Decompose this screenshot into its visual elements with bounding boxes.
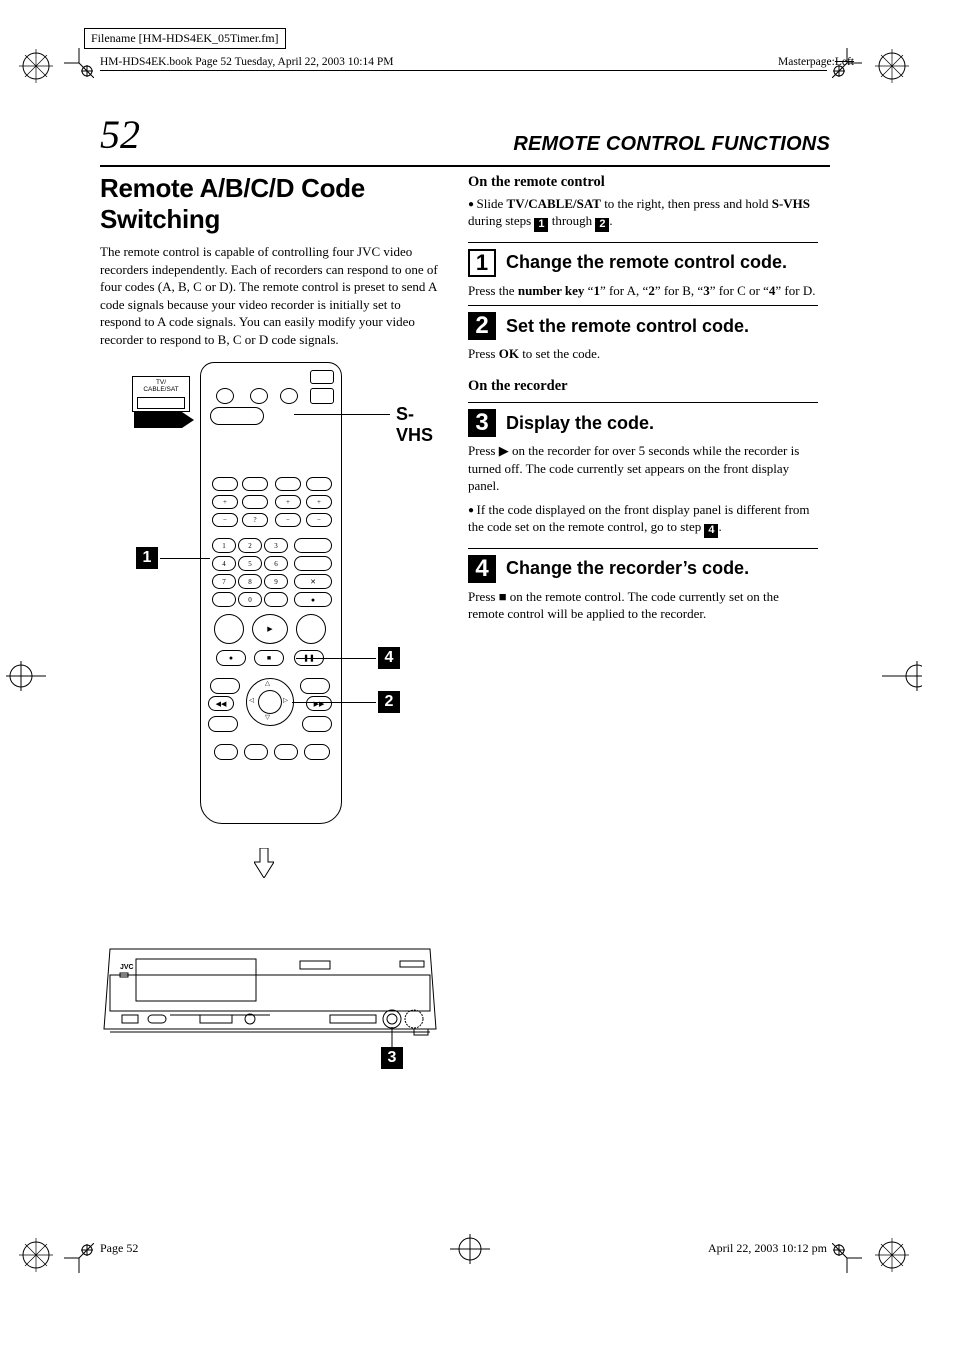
step-4-body: Press ■ on the remote control. The code … [468, 588, 818, 623]
remote-diagram: TV/ CABLE/SAT + + + − ? − − 1 [100, 362, 440, 842]
registration-mark-bl [16, 1235, 56, 1275]
registration-mark-right [882, 656, 922, 696]
step-1-body: Press the number key “1” for A, “2” for … [468, 282, 818, 300]
registration-mark-tr [872, 46, 912, 86]
callout-1: 1 [136, 547, 158, 569]
section-title: REMOTE CONTROL FUNCTIONS [513, 133, 830, 156]
step-1-header: 1 Change the remote control code. [468, 242, 818, 277]
callout-2: 2 [378, 691, 400, 713]
registration-mark-br [872, 1235, 912, 1275]
recorder-diagram: JVC [100, 929, 440, 1079]
page-number: 52 [100, 112, 140, 157]
callout-4: 4 [378, 647, 400, 669]
header-rule [100, 70, 827, 71]
step-4-header: 4 Change the recorder’s code. [468, 548, 818, 583]
down-arrow-icon [254, 848, 274, 878]
subhead-recorder: On the recorder [468, 377, 818, 397]
svg-text:JVC: JVC [120, 964, 134, 971]
step-2-body: Press OK to set the code. [468, 345, 818, 363]
registration-mark-bc [450, 1229, 490, 1269]
registration-mark-left [6, 656, 46, 696]
book-info-line: HM-HDS4EK.book Page 52 Tuesday, April 22… [100, 56, 393, 68]
step-3-note: If the code displayed on the front displ… [468, 501, 818, 538]
corner-cut-br [832, 1243, 862, 1273]
footer-page: Page 52 [100, 1241, 138, 1256]
footer-timestamp: April 22, 2003 10:12 pm [708, 1241, 827, 1256]
filename-box: Filename [HM-HDS4EK_05Timer.fm] [84, 28, 286, 49]
bullet-slide: Slide TV/CABLE/SAT to the right, then pr… [468, 195, 818, 232]
masterpage-label: Masterpage:Left [778, 56, 854, 68]
article-title: Remote A/B/C/D Code Switching [100, 173, 440, 235]
step-2-header: 2 Set the remote control code. [468, 305, 818, 340]
step-3-body: Press ▶ on the recorder for over 5 secon… [468, 442, 818, 495]
registration-mark-tl [16, 46, 56, 86]
intro-paragraph: The remote control is capable of control… [100, 243, 440, 348]
svhs-callout: S-VHS [396, 404, 440, 446]
callout-3: 3 [381, 1047, 403, 1069]
step-3-header: 3 Display the code. [468, 402, 818, 437]
subhead-remote: On the remote control [468, 173, 818, 193]
title-underline [100, 165, 830, 167]
corner-cut-bl [64, 1243, 94, 1273]
corner-cut-tl [64, 48, 94, 78]
